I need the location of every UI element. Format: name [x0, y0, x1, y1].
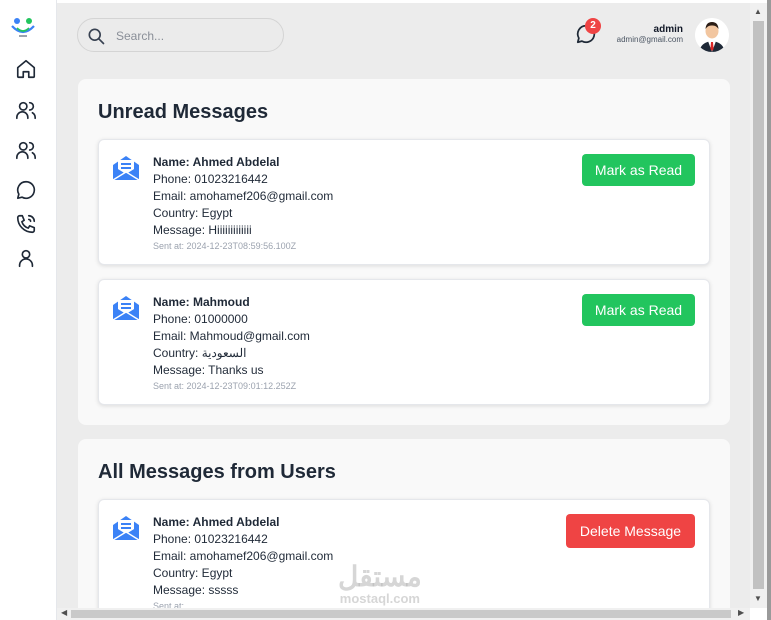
- watermark-latin: mostaql.com: [339, 591, 420, 606]
- message-country: Country: Egypt: [153, 206, 233, 220]
- mark-as-read-button[interactable]: Mark as Read: [582, 294, 695, 326]
- message-sender-name: Name: Ahmed Abdelal: [153, 155, 280, 169]
- scroll-left-icon[interactable]: ◀: [61, 608, 67, 617]
- user-icon[interactable]: [15, 247, 37, 269]
- open-envelope-icon: [112, 516, 140, 541]
- notification-badge: 2: [585, 18, 601, 34]
- phone-icon[interactable]: [15, 213, 37, 235]
- watermark-arabic: مستقل: [338, 561, 422, 592]
- message-body: Message: Hiiiiiiiiiiiii: [153, 223, 252, 237]
- message-sent-at: Sent at:: [153, 601, 185, 608]
- message-country: Country: Egypt: [153, 566, 233, 580]
- scroll-down-icon[interactable]: ▼: [754, 594, 762, 603]
- mark-as-read-button[interactable]: Mark as Read: [582, 154, 695, 186]
- message-email: Email: Mahmoud@gmail.com: [153, 329, 310, 343]
- message-phone: Phone: 01023216442: [153, 172, 268, 186]
- window-right-edge: [767, 0, 771, 620]
- message-card: Name: Mahmoud Phone: 01000000 Email: Mah…: [98, 279, 710, 405]
- horizontal-scroll-thumb[interactable]: [71, 610, 731, 618]
- open-envelope-icon: [112, 156, 140, 181]
- open-envelope-icon: [112, 296, 140, 321]
- vertical-scroll-thumb[interactable]: [753, 21, 764, 589]
- all-messages-title: All Messages from Users: [98, 461, 336, 483]
- message-phone: Phone: 01023216442: [153, 532, 268, 546]
- message-email: Email: amohamef206@gmail.com: [153, 189, 334, 203]
- message-body: Message: sssss: [153, 583, 239, 597]
- app-logo[interactable]: [9, 14, 37, 40]
- search-icon: [88, 28, 105, 45]
- main-content: 2 admin admin@gmail.com Unread Messages: [57, 3, 750, 608]
- watermark: مستقل mostaql.com: [338, 561, 422, 606]
- message-sent-at: Sent at: 2024-12-23T08:59:56.100Z: [153, 241, 297, 251]
- message-sender-name: Name: Ahmed Abdelal: [153, 515, 280, 529]
- sidebar: [0, 0, 57, 620]
- message-country: Country: السعودية: [153, 346, 247, 360]
- horizontal-scrollbar[interactable]: ◀ ▶: [57, 608, 750, 620]
- chat-icon[interactable]: [15, 179, 37, 201]
- user-email: admin@gmail.com: [616, 35, 683, 44]
- users-icon[interactable]: [15, 99, 37, 121]
- user-name: admin: [653, 24, 683, 35]
- message-email: Email: amohamef206@gmail.com: [153, 549, 334, 563]
- delete-message-button[interactable]: Delete Message: [566, 514, 695, 548]
- message-sent-at: Sent at: 2024-12-23T09:01:12.252Z: [153, 381, 297, 391]
- scroll-up-icon[interactable]: ▲: [754, 7, 762, 16]
- message-card: Name: Ahmed Abdelal Phone: 01023216442 E…: [98, 139, 710, 265]
- unread-messages-panel: Unread Messages Name: Ahmed Abdelal Phon…: [78, 79, 730, 425]
- users-group-icon[interactable]: [15, 139, 37, 161]
- home-icon[interactable]: [15, 58, 37, 80]
- vertical-scrollbar[interactable]: ▲ ▼: [750, 3, 767, 608]
- message-body: Message: Thanks us: [153, 363, 264, 377]
- scroll-right-icon[interactable]: ▶: [738, 608, 744, 617]
- avatar[interactable]: [695, 18, 729, 52]
- search-input[interactable]: [116, 27, 276, 45]
- search-bar: [77, 18, 284, 52]
- message-sender-name: Name: Mahmoud: [153, 295, 250, 309]
- unread-messages-title: Unread Messages: [98, 101, 269, 123]
- message-phone: Phone: 01000000: [153, 312, 248, 326]
